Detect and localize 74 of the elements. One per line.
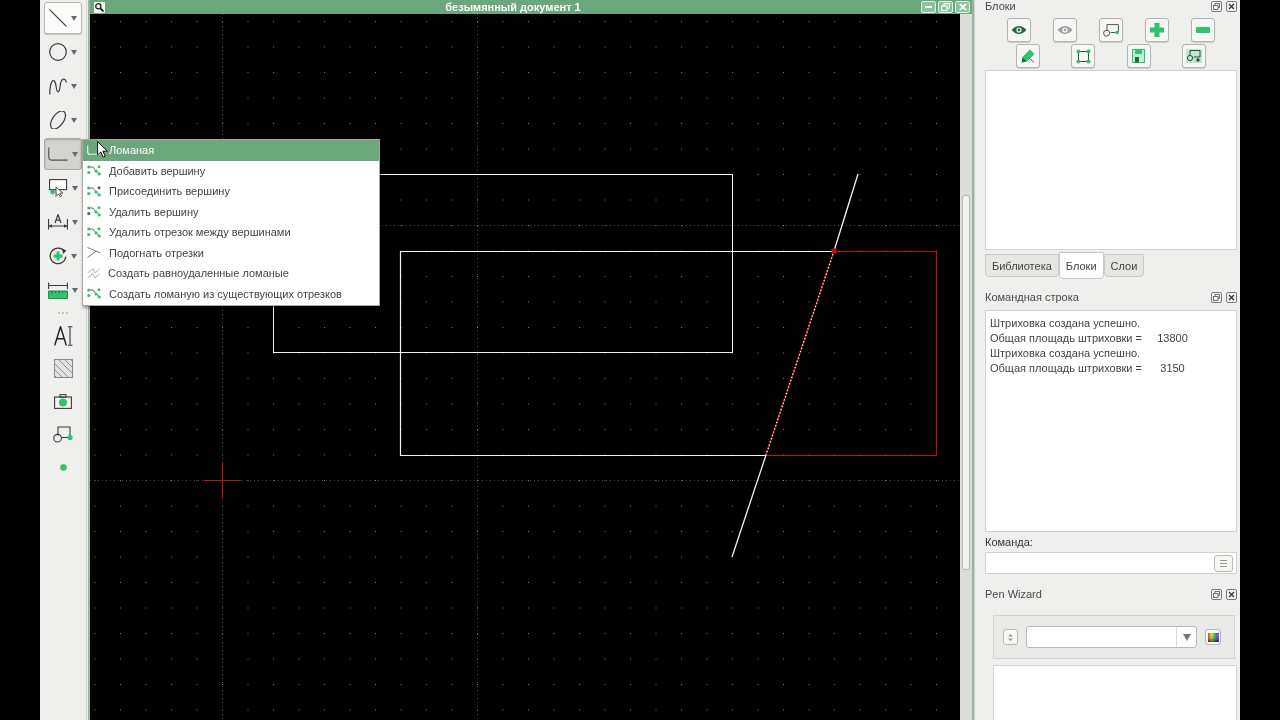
menu-item[interactable]: Добавить вершину bbox=[83, 160, 379, 181]
square-nodes-icon bbox=[1075, 48, 1091, 64]
origin-cross bbox=[203, 461, 242, 500]
block-insert-icon bbox=[1185, 49, 1202, 63]
close-icon[interactable] bbox=[1226, 0, 1237, 12]
command-input[interactable] bbox=[985, 552, 1237, 574]
hatch-icon bbox=[53, 359, 73, 378]
ruler-icon bbox=[48, 281, 68, 299]
text-tool-icon bbox=[53, 325, 73, 346]
eye-icon bbox=[1011, 25, 1027, 35]
close-icon bbox=[958, 3, 967, 11]
eye-icon bbox=[1057, 25, 1073, 35]
camera-icon bbox=[54, 394, 72, 409]
menu-item[interactable]: Подогнать отрезки bbox=[83, 242, 379, 263]
diagonal-line-icon bbox=[49, 9, 67, 27]
vertical-scrollbar[interactable] bbox=[960, 14, 972, 720]
tool-button[interactable] bbox=[1126, 44, 1151, 68]
float-icon[interactable] bbox=[1211, 588, 1222, 600]
output-line: Общая площадь штриховки = 3150 bbox=[990, 361, 1186, 376]
tool-button[interactable] bbox=[1181, 44, 1206, 68]
caret-icon bbox=[1182, 633, 1191, 641]
polyline-icon bbox=[48, 147, 68, 161]
panel-title: Блоки bbox=[985, 0, 1017, 12]
float-icon[interactable] bbox=[1211, 0, 1222, 12]
plus-icon bbox=[1150, 23, 1164, 37]
scrollbar-thumb[interactable] bbox=[962, 195, 970, 570]
magnifier-icon bbox=[94, 1, 105, 13]
panel-title: Командная строка bbox=[985, 291, 1080, 303]
dimension-icon bbox=[48, 214, 68, 230]
float-icon[interactable] bbox=[1211, 291, 1222, 303]
curve-icon bbox=[49, 77, 67, 95]
rectangle-pointer-icon bbox=[48, 179, 68, 197]
polyline-nodes-icon bbox=[87, 185, 101, 197]
history-button[interactable] bbox=[1214, 554, 1233, 572]
polyline-nodes-icon bbox=[87, 226, 101, 238]
close-icon[interactable] bbox=[1226, 291, 1237, 303]
tab[interactable]: Библиотека bbox=[985, 254, 1059, 277]
color-spectrum-icon bbox=[1207, 632, 1219, 642]
tool-button[interactable] bbox=[1007, 18, 1031, 42]
window-title: безымянный документ 1 bbox=[444, 0, 582, 14]
block-icon bbox=[1103, 23, 1119, 37]
menu-item[interactable]: Создать ломаную из существующих отрезков bbox=[83, 283, 379, 304]
restore-icon bbox=[941, 3, 950, 11]
pencil-icon bbox=[1021, 49, 1036, 63]
menu-item[interactable]: Удалить отрезок между вершинами bbox=[83, 222, 379, 243]
color-button[interactable] bbox=[1205, 629, 1221, 645]
output-line: Штриховка создана успешно. bbox=[990, 346, 1142, 361]
point-icon bbox=[59, 464, 67, 471]
tab[interactable]: Слои bbox=[1103, 254, 1145, 277]
drawing-canvas[interactable] bbox=[90, 14, 960, 720]
polyline-nodes-icon bbox=[87, 165, 101, 177]
field-label: Команда: bbox=[985, 535, 1034, 549]
circle-icon bbox=[49, 43, 67, 61]
menu-item[interactable]: Удалить вершину bbox=[83, 201, 379, 222]
panel-title: Pen Wizard bbox=[985, 588, 1043, 600]
menu-item[interactable]: Присоединить вершину bbox=[83, 181, 379, 202]
up-down-arrows-icon bbox=[1008, 633, 1013, 641]
tab[interactable]: Блоки bbox=[1058, 252, 1104, 279]
block-icon bbox=[53, 426, 73, 443]
circle-plus-icon bbox=[49, 247, 67, 265]
polyline-nodes-icon bbox=[87, 206, 101, 218]
polyline-icon bbox=[87, 145, 101, 156]
minimize-icon bbox=[925, 6, 932, 8]
point-marker-icon bbox=[831, 248, 837, 254]
crossing-lines-icon bbox=[87, 247, 101, 259]
parallel-lines-icon bbox=[87, 267, 100, 279]
polyline-nodes-icon bbox=[87, 288, 101, 300]
output-line: Общая площадь штриховки = 13800 bbox=[990, 331, 1189, 346]
minus-icon bbox=[1196, 27, 1210, 33]
close-icon[interactable] bbox=[1226, 588, 1237, 600]
tool-button[interactable] bbox=[1071, 44, 1096, 68]
menu-item[interactable]: Создать равноудаленные ломаные bbox=[83, 263, 379, 284]
output-line: Штриховка создана успешно. bbox=[990, 316, 1142, 331]
menu-icon bbox=[1220, 559, 1227, 567]
